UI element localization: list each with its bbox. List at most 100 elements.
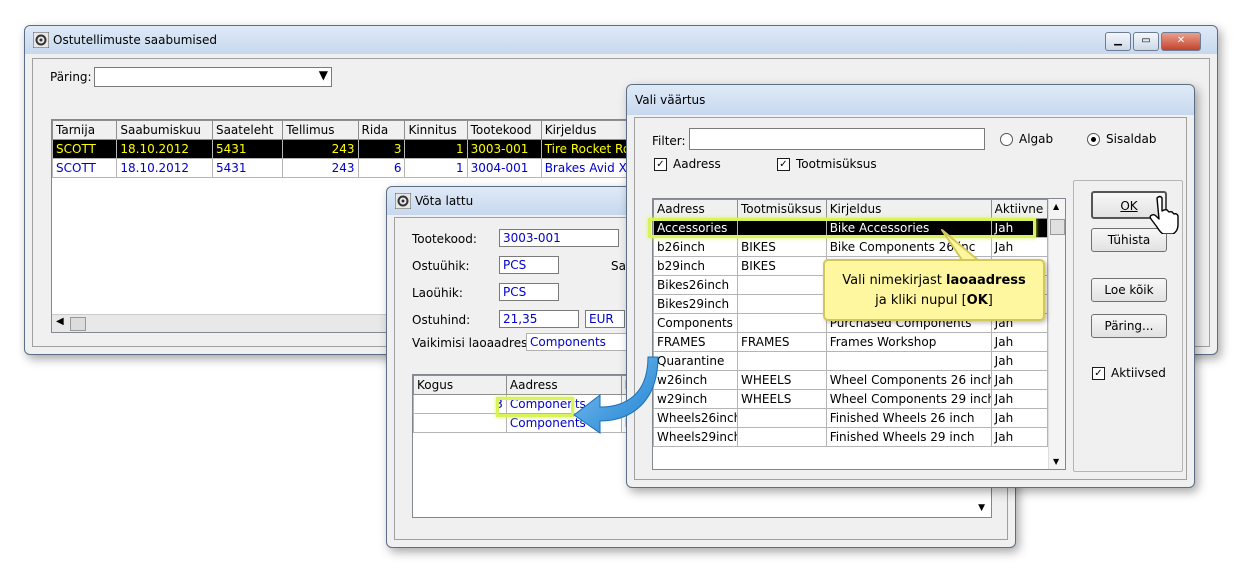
- table-cell[interactable]: Jah: [990, 218, 1049, 238]
- default-address-field[interactable]: Components: [526, 333, 636, 351]
- table-cell[interactable]: Finished Wheels 26 inch: [825, 408, 992, 428]
- table-cell[interactable]: [737, 294, 827, 314]
- table-cell[interactable]: Jah: [990, 427, 1049, 447]
- check-active[interactable]: ✓ Aktiivsed: [1092, 366, 1166, 380]
- table-row[interactable]: Quarantine Jah: [653, 351, 1049, 371]
- table-cell[interactable]: 3004-001: [466, 158, 542, 178]
- table-cell[interactable]: 1: [404, 139, 468, 159]
- table-cell[interactable]: Jah: [990, 237, 1049, 257]
- table-row[interactable]: SCOTT 18.10.2012 5431 243 3 1 3003-001 Tire Roc…: [52, 139, 632, 159]
- column-header[interactable]: Kirjeldus: [540, 120, 632, 140]
- table-row[interactable]: FRAMES FRAMES Frames Workshop Jah: [653, 332, 1049, 352]
- table-cell[interactable]: [737, 427, 827, 447]
- table-cell[interactable]: Jah: [990, 408, 1049, 428]
- table-cell[interactable]: Wheel Components 26 inch: [825, 370, 992, 390]
- close-button[interactable]: ✕: [1161, 32, 1201, 51]
- column-header[interactable]: Saateleht: [211, 120, 284, 140]
- table-cell[interactable]: FRAMES: [737, 332, 827, 352]
- table-cell[interactable]: w26inch: [653, 370, 738, 390]
- filter-input[interactable]: [689, 128, 985, 150]
- currency-field[interactable]: EUR: [585, 310, 625, 328]
- scroll-down-icon[interactable]: ▼: [978, 503, 985, 513]
- table-cell[interactable]: [737, 275, 827, 295]
- table-cell[interactable]: Jah: [990, 332, 1049, 352]
- table-cell[interactable]: 5431: [211, 158, 284, 178]
- column-header[interactable]: Kogus: [413, 375, 507, 395]
- maximize-button[interactable]: ▭: [1133, 32, 1159, 51]
- table-cell[interactable]: [737, 351, 827, 371]
- table-cell[interactable]: w29inch: [653, 389, 738, 409]
- column-header[interactable]: Saabumiskuu: [116, 120, 213, 140]
- table-cell[interactable]: b26inch: [653, 237, 738, 257]
- checkbox-checked-icon[interactable]: ✓: [777, 158, 790, 171]
- table-cell[interactable]: BIKES: [737, 256, 827, 276]
- price-field[interactable]: 21,35: [499, 310, 579, 328]
- table-cell[interactable]: Components: [653, 313, 738, 333]
- scroll-thumb[interactable]: [70, 317, 86, 331]
- table-cell[interactable]: 3: [357, 139, 406, 159]
- table-cell[interactable]: 6: [357, 158, 406, 178]
- checkbox-checked-icon[interactable]: ✓: [1092, 367, 1105, 380]
- radio-starts[interactable]: Algab: [1000, 132, 1053, 146]
- scroll-up-icon[interactable]: ▲: [1053, 202, 1059, 211]
- table-cell[interactable]: [413, 413, 507, 433]
- radio-contains[interactable]: Sisaldab: [1087, 132, 1156, 146]
- table-cell[interactable]: 1: [404, 158, 468, 178]
- table-cell[interactable]: Wheels26inch: [653, 408, 738, 428]
- table-cell[interactable]: Wheels29inch: [653, 427, 738, 447]
- table-cell[interactable]: Tire Rocket Ron E: [540, 139, 632, 159]
- table-row[interactable]: Wheels26inch Finished Wheels 26 inch Jah: [653, 408, 1049, 428]
- product-code-field[interactable]: 3003-001: [499, 229, 619, 247]
- radio-starts-icon[interactable]: [1000, 133, 1013, 146]
- minimize-button[interactable]: ▁: [1105, 32, 1131, 51]
- column-header[interactable]: Kinnitus: [404, 120, 468, 140]
- radio-contains-icon[interactable]: [1087, 133, 1100, 146]
- checkbox-checked-icon[interactable]: ✓: [654, 158, 667, 171]
- table-cell[interactable]: Frames Workshop: [825, 332, 992, 352]
- table-cell[interactable]: 18.10.2012: [116, 139, 213, 159]
- scroll-down-icon[interactable]: ▼: [1053, 457, 1059, 466]
- table-cell[interactable]: Bikes29inch: [653, 294, 738, 314]
- table-row[interactable]: b26inch BIKES Bike Components 26 inc Jah: [653, 237, 1049, 257]
- table-cell[interactable]: 5431: [211, 139, 284, 159]
- table-cell[interactable]: FRAMES: [653, 332, 738, 352]
- table-cell[interactable]: [737, 408, 827, 428]
- column-header[interactable]: Tootekood: [466, 120, 542, 140]
- column-header[interactable]: Kirjeldus: [825, 199, 992, 219]
- vertical-scrollbar[interactable]: ▲ ▼: [1048, 199, 1065, 469]
- table-cell[interactable]: 243: [282, 139, 359, 159]
- column-header[interactable]: Aadress: [653, 199, 738, 219]
- table-cell[interactable]: Finished Wheels 29 inch: [825, 427, 992, 447]
- table-row[interactable]: Accessories Bike Accessories Jah: [653, 218, 1049, 238]
- table-cell[interactable]: BIKES: [737, 237, 827, 257]
- column-header[interactable]: Tellimus: [282, 120, 359, 140]
- query-select[interactable]: ▼: [94, 67, 332, 87]
- table-cell[interactable]: b29inch: [653, 256, 738, 276]
- table-row[interactable]: w26inch WHEELS Wheel Components 26 inch Jah: [653, 370, 1049, 390]
- table-cell[interactable]: WHEELS: [737, 370, 827, 390]
- column-header[interactable]: Tootmisüksus: [737, 199, 827, 219]
- column-header[interactable]: Aktiivne: [990, 199, 1049, 219]
- query-button[interactable]: Päring...: [1091, 314, 1167, 338]
- table-row[interactable]: w29inch WHEELS Wheel Components 29 inch Jah: [653, 389, 1049, 409]
- column-header[interactable]: Rida: [357, 120, 406, 140]
- scroll-thumb[interactable]: [1050, 219, 1065, 235]
- table-cell[interactable]: Jah: [990, 351, 1049, 371]
- table-cell[interactable]: Brakes Avid XX W: [540, 158, 632, 178]
- table-cell[interactable]: Accessories: [653, 218, 738, 238]
- check-unit[interactable]: ✓ Tootmisüksus: [777, 157, 877, 171]
- scroll-left-icon[interactable]: ◀: [56, 316, 64, 327]
- table-cell[interactable]: [737, 313, 827, 333]
- table-cell[interactable]: [737, 218, 827, 238]
- stock-unit-field[interactable]: PCS: [499, 283, 559, 301]
- table-cell[interactable]: 243: [282, 158, 359, 178]
- table-cell[interactable]: Bikes26inch: [653, 275, 738, 295]
- table-row[interactable]: Wheels29inch Finished Wheels 29 inch Jah: [653, 427, 1049, 447]
- table-row[interactable]: SCOTT 18.10.2012 5431 243 6 1 3004-001 Brakes A…: [52, 158, 632, 178]
- table-cell[interactable]: WHEELS: [737, 389, 827, 409]
- table-cell[interactable]: SCOTT: [52, 139, 118, 159]
- table-cell[interactable]: Jah: [990, 389, 1049, 409]
- table-cell[interactable]: Quarantine: [653, 351, 738, 371]
- table-cell[interactable]: 3: [413, 394, 507, 414]
- table-cell[interactable]: [825, 351, 992, 371]
